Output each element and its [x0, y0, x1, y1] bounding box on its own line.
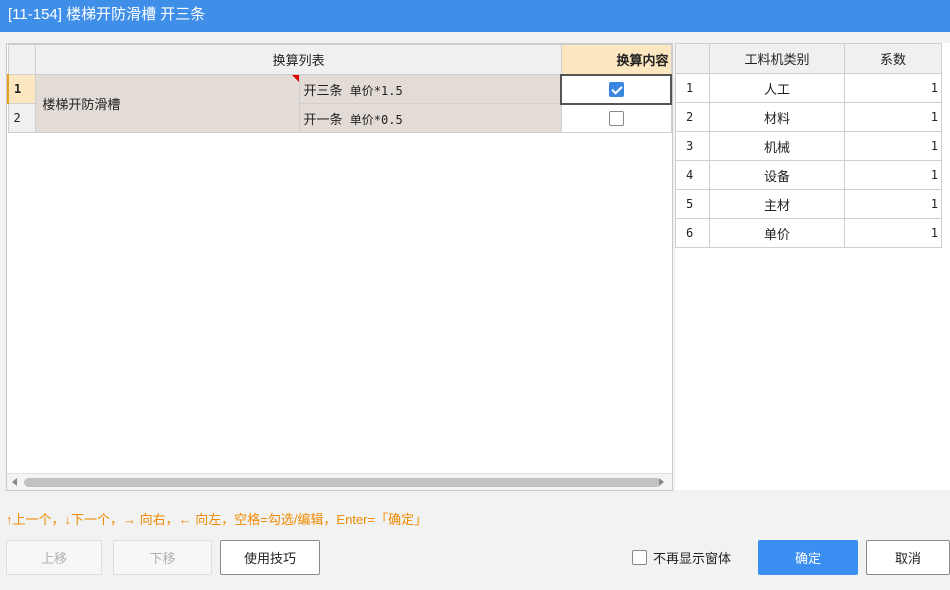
row-number: 2 [675, 102, 710, 132]
header-conversion-list[interactable]: 换算列表 [35, 44, 562, 75]
corner-cell [675, 43, 710, 74]
content-label: 开三条 [303, 82, 343, 98]
window-title: [11-154] 楼梯开防滑槽 开三条 [0, 0, 950, 32]
table-row[interactable]: 1 楼梯开防滑槽 开三条 单价*1.5 [7, 73, 672, 133]
cancel-button[interactable]: 取消 [866, 540, 950, 575]
no-show-label: 不再显示窗体 [653, 551, 732, 566]
move-down-button[interactable]: 下移 [113, 540, 212, 575]
row-number: 6 [675, 218, 710, 248]
category-cell[interactable]: 设备 [709, 160, 845, 190]
category-cell[interactable]: 主材 [709, 189, 845, 219]
coefficient-cell[interactable]: 1 [844, 131, 942, 161]
coefficient-table: 工料机类别 系数 1 人工 1 2 材料 1 3 机械 1 4 设备 1 5 主… [675, 43, 942, 248]
row-number[interactable]: 1 [7, 74, 37, 104]
content-label: 开一条 [303, 111, 343, 127]
keyboard-hint: ↑上一个，↓下一个，→ 向右，← 向左，空格=勾选/编辑，Enter=「确定」 [6, 512, 428, 527]
conversion-content-cell[interactable]: 开三条 单价*1.5 [298, 74, 562, 104]
header-coefficient[interactable]: 系数 [844, 43, 942, 74]
scroll-left-icon[interactable] [12, 478, 17, 486]
table-row[interactable]: 3 机械 1 [675, 131, 942, 161]
comment-marker-icon [291, 75, 299, 82]
horizontal-scrollbar[interactable] [7, 473, 672, 490]
content-expression: 单价*0.5 [342, 112, 403, 127]
corner-cell [7, 44, 37, 75]
move-up-button[interactable]: 上移 [6, 540, 102, 575]
conversion-checkbox[interactable] [608, 111, 624, 127]
coefficient-panel: 工料机类别 系数 1 人工 1 2 材料 1 3 机械 1 4 设备 1 5 主… [675, 43, 950, 490]
table-row[interactable]: 6 单价 1 [675, 218, 942, 248]
coefficient-cell[interactable]: 1 [844, 189, 942, 219]
coefficient-cell[interactable]: 1 [844, 160, 942, 190]
table-row[interactable]: 4 设备 1 [675, 160, 942, 190]
conversion-checkbox-cell[interactable] [560, 103, 672, 133]
category-cell[interactable]: 单价 [709, 218, 845, 248]
category-cell[interactable]: 机械 [709, 131, 845, 161]
header-conversion-content[interactable]: 换算内容 [560, 44, 672, 75]
no-show-option[interactable]: 不再显示窗体 [632, 548, 731, 567]
conversion-content-cell[interactable]: 开一条 单价*0.5 [298, 103, 562, 133]
no-show-checkbox[interactable] [632, 550, 647, 565]
scroll-right-icon[interactable] [659, 478, 664, 486]
table-row[interactable]: 2 材料 1 [675, 102, 942, 132]
tips-button[interactable]: 使用技巧 [220, 540, 320, 575]
row-number: 5 [675, 189, 710, 219]
header-category[interactable]: 工料机类别 [709, 43, 845, 74]
row-number: 1 [675, 73, 710, 103]
conversion-checkbox[interactable] [608, 82, 624, 98]
category-cell[interactable]: 材料 [709, 102, 845, 132]
coefficient-cell[interactable]: 1 [844, 73, 942, 103]
category-cell[interactable]: 人工 [709, 73, 845, 103]
coefficient-cell[interactable]: 1 [844, 218, 942, 248]
conversion-list-table: 换算列表 换算内容 1 楼梯开防滑槽 开三条 单价*1.5 2 开一条 单价*0… [6, 43, 673, 491]
group-name-cell[interactable]: 楼梯开防滑槽 [35, 74, 300, 133]
group-name: 楼梯开防滑槽 [42, 97, 121, 112]
ok-button[interactable]: 确定 [758, 540, 858, 575]
row-number[interactable]: 2 [7, 103, 37, 133]
row-number: 4 [675, 160, 710, 190]
conversion-table: 换算列表 换算内容 1 楼梯开防滑槽 开三条 单价*1.5 2 开一条 单价*0… [7, 44, 672, 133]
table-row[interactable]: 5 主材 1 [675, 189, 942, 219]
table-row[interactable]: 1 人工 1 [675, 73, 942, 103]
content-expression: 单价*1.5 [342, 83, 403, 98]
row-number: 3 [675, 131, 710, 161]
conversion-checkbox-cell[interactable] [560, 73, 672, 105]
scrollbar-thumb[interactable] [24, 478, 661, 487]
coefficient-cell[interactable]: 1 [844, 102, 942, 132]
